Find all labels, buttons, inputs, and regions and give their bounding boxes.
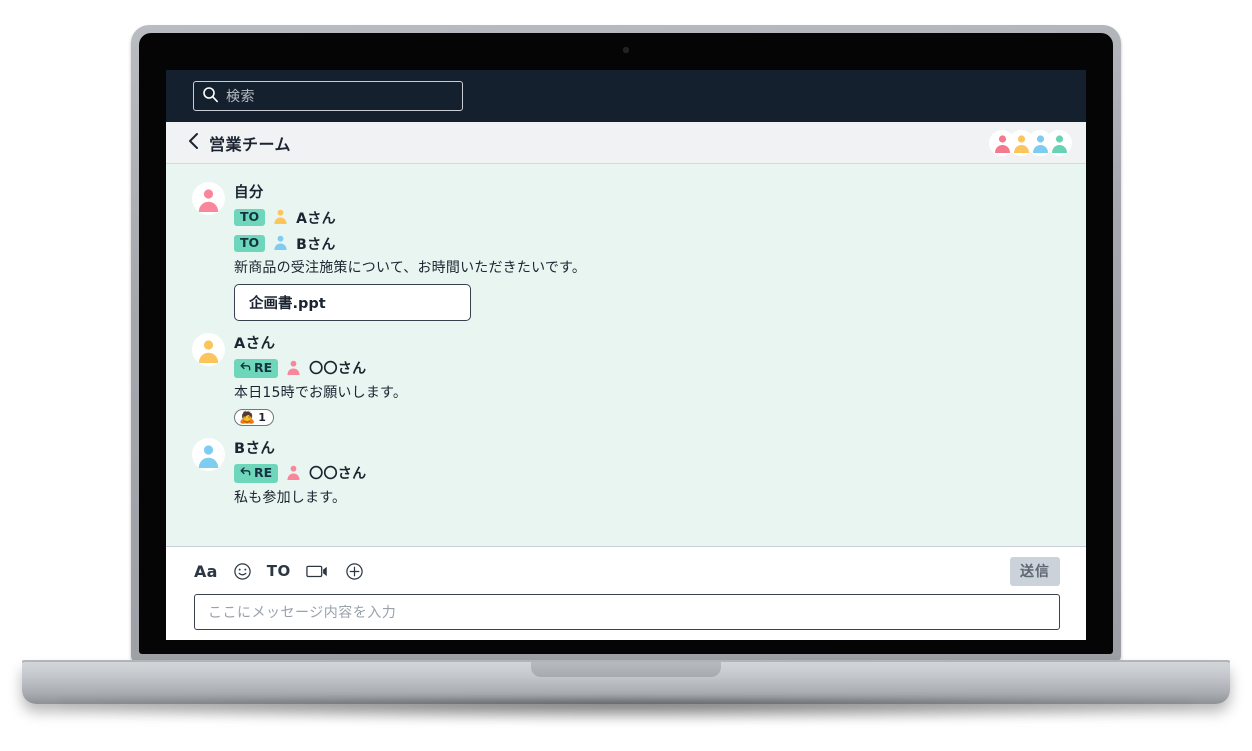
message-row: 自分 TO Aさん TO Bさん新商品の受注施策について、お時間いただきたいです。企画書… [166,176,1086,327]
channel-header: 営業チーム [166,122,1086,164]
message-body: Aさん RE 〇〇さん本日15時でお願いします。 🙇 1 [234,331,407,426]
message-input-placeholder: ここにメッセージ内容を入力 [208,605,397,621]
avatar[interactable] [192,437,225,471]
video-camera-icon[interactable] [306,563,330,579]
recipient-line: RE 〇〇さん [234,463,366,484]
app-screen: 検索 営業チーム 自分 TO Aさん TO Bさん 新商品の受注施策について、お時間いただ… [166,70,1086,640]
channel-title-group: 営業チーム [188,131,291,155]
reply-badge: RE [234,464,279,483]
laptop-mockup: 検索 営業チーム 自分 TO Aさん TO Bさん 新商品の受注施策について、お時間いただ… [0,0,1252,751]
reply-arrow-icon [240,466,251,480]
badge-label: TO [240,208,260,224]
add-plus-icon[interactable] [345,562,364,581]
badge-label: TO [240,234,260,250]
composer-toolbar: Aa TO 送信 [194,556,1060,586]
badge-label: RE [254,464,273,480]
recipient-name: Aさん [296,210,336,227]
avatar[interactable] [192,332,225,366]
laptop-shadow [60,700,1192,722]
message-sender: Aさん [234,335,276,352]
avatar[interactable] [192,182,225,215]
message-input[interactable]: ここにメッセージ内容を入力 [194,594,1060,630]
message-text: 私も参加します。 [234,489,347,506]
recipient-line: TO Aさん [234,207,586,228]
message-body: 自分 TO Aさん TO Bさん新商品の受注施策について、お時間いただきたいです。企画書… [234,180,586,321]
reaction-badge[interactable]: 🙇 1 [234,408,274,426]
to-badge: TO [234,208,266,227]
search-icon [202,86,219,107]
text-format-icon[interactable]: Aa [194,562,218,581]
member-avatar-4[interactable] [1046,129,1072,156]
recipient-line: RE 〇〇さん [234,358,407,379]
attachment-file[interactable]: 企画書.ppt [234,283,471,321]
recipient-line: TO Bさん [234,233,586,254]
recipient-name: Bさん [296,236,336,253]
page-title: 営業チーム [209,134,292,154]
person-icon [285,358,302,379]
laptop-base-notch [531,662,721,677]
composer-tool-group: Aa TO [194,562,364,581]
bow-emoji-icon: 🙇 [239,409,256,425]
recipient-name: 〇〇さん [309,466,367,483]
reaction-count: 1 [258,410,266,424]
recipient-name: 〇〇さん [309,361,367,378]
message-composer: Aa TO 送信 ここにメッセージ内容を入力 [166,546,1086,640]
message-row: Aさん RE 〇〇さん本日15時でお願いします。 🙇 1 [166,327,1086,432]
send-button[interactable]: 送信 [1010,556,1060,586]
webcam-icon [623,47,629,53]
message-sender: 自分 [234,185,264,201]
message-row: Bさん RE 〇〇さん私も参加します。 [166,432,1086,514]
message-body: Bさん RE 〇〇さん私も参加します。 [234,436,366,508]
person-icon [272,233,289,254]
reply-arrow-icon [240,361,251,375]
member-avatar-group[interactable] [989,129,1072,156]
top-search-bar: 検索 [166,70,1086,122]
badge-label: RE [254,359,273,375]
message-text: 新商品の受注施策について、お時間いただきたいです。 [234,260,587,276]
to-badge: TO [234,234,266,253]
emoji-icon[interactable] [233,562,252,581]
message-sender: Bさん [234,440,276,457]
search-placeholder: 検索 [226,89,255,105]
chevron-left-icon[interactable] [188,132,199,154]
person-icon [272,207,289,228]
person-icon [285,463,302,484]
message-text: 本日15時でお願いします。 [234,384,408,401]
to-recipient-icon[interactable]: TO [267,562,291,580]
reply-badge: RE [234,359,279,378]
search-input[interactable]: 検索 [193,81,463,111]
message-list: 自分 TO Aさん TO Bさん 新商品の受注施策について、お時間いただきたいです。 企画書… [166,164,1086,546]
